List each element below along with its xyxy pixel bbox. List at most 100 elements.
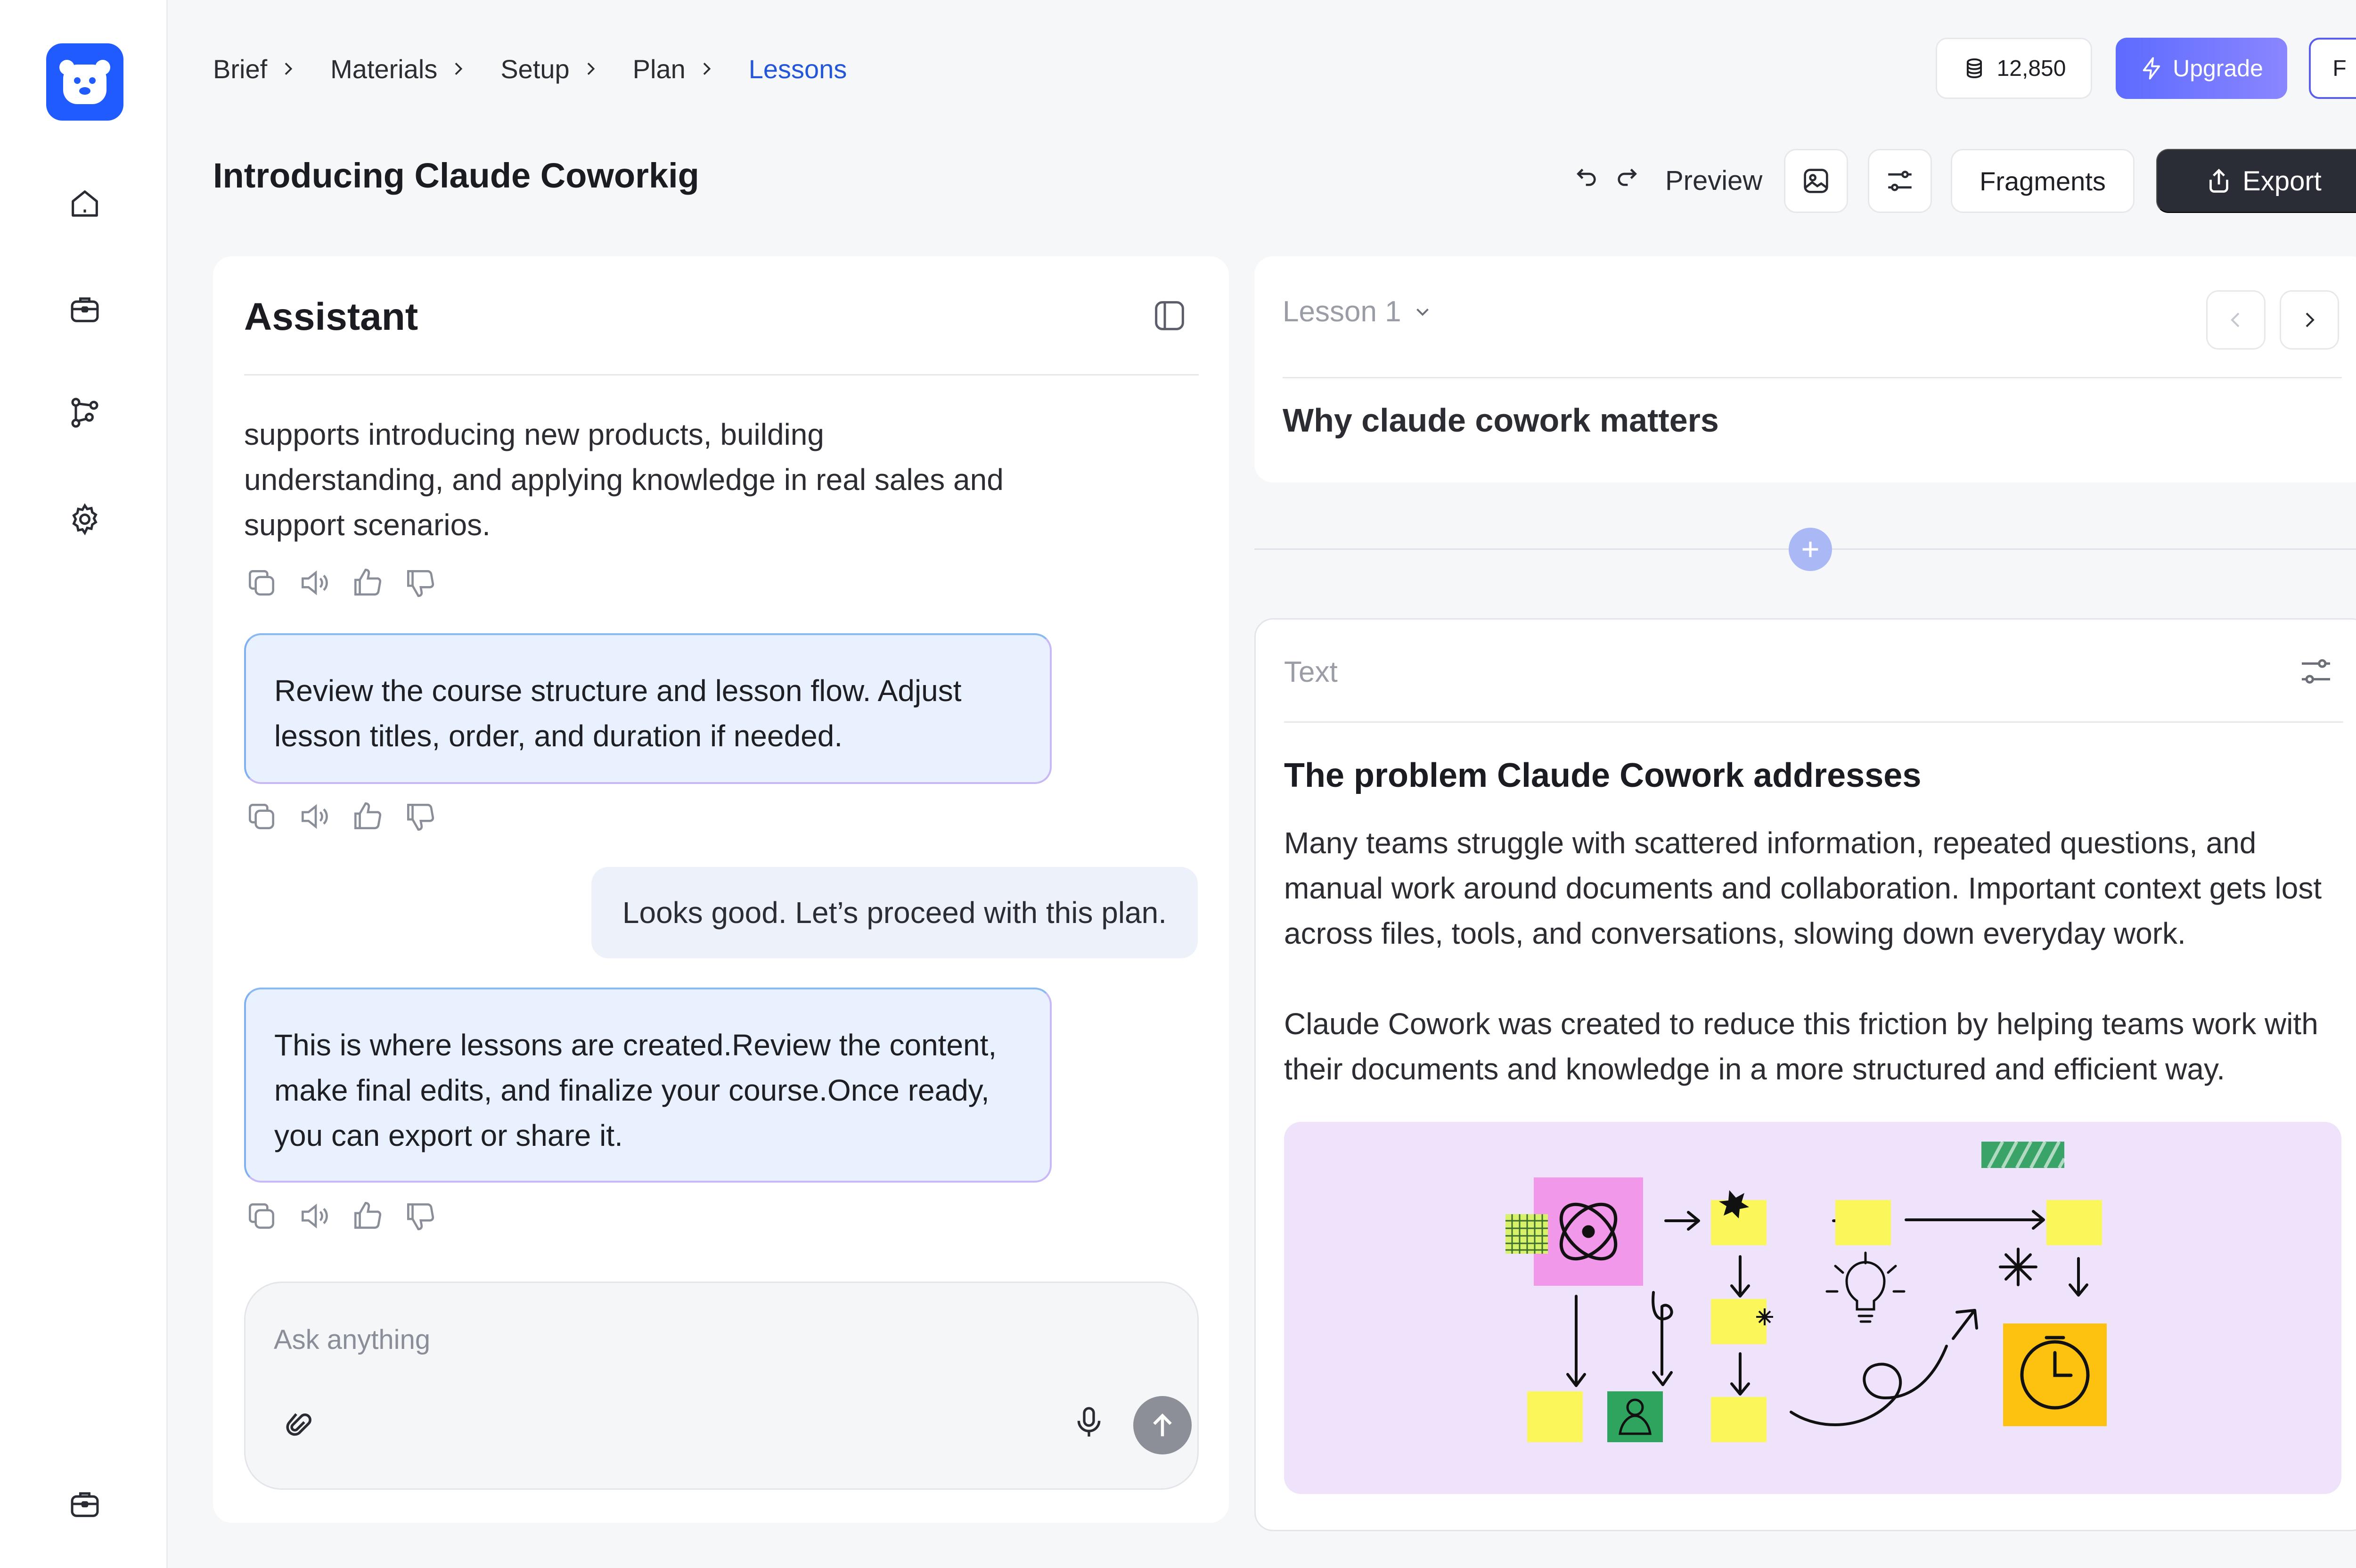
workflow-icon [71, 398, 98, 428]
fragments-button[interactable]: Fragments [1951, 149, 2135, 213]
panel-toggle-button[interactable] [1151, 297, 1188, 335]
nav-settings[interactable] [63, 498, 106, 541]
lesson-selector-label: Lesson 1 [1283, 295, 1401, 328]
breadcrumb-item-plan[interactable]: Plan [633, 54, 749, 84]
page-title: Introducing Claude Coworkig [213, 156, 699, 195]
copy-icon [249, 804, 274, 829]
thumbs-down-button[interactable] [402, 565, 437, 600]
copy-icon [249, 1203, 274, 1229]
breadcrumb-label: Brief [213, 54, 268, 84]
lightning-icon [2143, 57, 2160, 80]
chevron-right-icon [449, 59, 467, 78]
paperclip-icon [286, 1413, 311, 1436]
export-button[interactable]: Export [2156, 149, 2356, 213]
previous-lesson-button[interactable] [2206, 290, 2266, 350]
thumbs-up-button[interactable] [350, 799, 384, 834]
assistant-panel: Assistant supports introducing new produ… [213, 256, 1229, 1523]
undo-button[interactable] [1574, 164, 1600, 190]
breadcrumb-item-materials[interactable]: Materials [330, 54, 500, 84]
thumbs-down-button[interactable] [402, 1199, 437, 1233]
chevron-right-icon [697, 59, 716, 78]
add-block-button[interactable] [1789, 528, 1832, 571]
chevron-right-icon [2306, 312, 2315, 327]
upgrade-label: Upgrade [2173, 55, 2263, 82]
assistant-title: Assistant [244, 295, 418, 338]
text-block-card[interactable]: Text The problem Claude Cowork addresses… [1254, 618, 2356, 1531]
share-icon [2209, 169, 2229, 193]
thumbs-down-icon [407, 570, 434, 597]
chevron-left-icon [2231, 312, 2240, 327]
copy-button[interactable] [244, 1199, 279, 1233]
thumbs-up-icon [354, 1201, 382, 1229]
read-aloud-button[interactable] [297, 565, 332, 600]
text-paragraph: Many teams struggle with scattered infor… [1284, 826, 2322, 950]
user-bubble-text: Looks good. Let’s proceed with this plan… [622, 896, 1167, 930]
text-paragraph: Claude Cowork was created to reduce this… [1284, 1007, 2318, 1086]
image-icon [1804, 169, 1828, 193]
microphone-icon [1077, 1407, 1101, 1437]
read-aloud-button[interactable] [297, 1199, 332, 1233]
lesson-header-card: Lesson 1 Why claude cowork matters [1254, 256, 2356, 482]
workflow-illustration-icon [1505, 1141, 2107, 1442]
chevron-right-icon [581, 59, 600, 78]
home-icon [72, 190, 98, 217]
app-logo[interactable] [46, 43, 123, 121]
chevron-right-icon [278, 59, 297, 78]
send-button[interactable] [1133, 1396, 1192, 1454]
preview-button[interactable]: Preview [1665, 165, 1762, 196]
copy-button[interactable] [244, 565, 279, 600]
thumbs-up-button[interactable] [350, 565, 384, 600]
thumbs-down-button[interactable] [402, 799, 437, 834]
read-aloud-button[interactable] [297, 799, 332, 834]
thumbs-up-icon [354, 802, 382, 829]
microphone-button[interactable] [1070, 1404, 1108, 1441]
nav-briefcase[interactable] [63, 287, 106, 331]
sliders-icon [1888, 171, 1912, 191]
chat-input[interactable] [274, 1316, 1028, 1363]
media-button[interactable] [1784, 149, 1848, 213]
next-lesson-button[interactable] [2280, 290, 2339, 350]
thumbs-down-icon [407, 804, 434, 831]
assistant-bubble-text: This is where lessons are created.Review… [274, 1028, 997, 1152]
speaker-icon [302, 1203, 328, 1229]
speaker-icon [302, 804, 328, 829]
undo-icon [1577, 169, 1596, 186]
upgrade-button[interactable]: Upgrade [2116, 38, 2287, 99]
assistant-bubble-text: Review the course structure and lesson f… [274, 674, 962, 753]
user-avatar[interactable]: F [2309, 38, 2356, 99]
redo-button[interactable] [1613, 164, 1640, 190]
breadcrumb-label: Setup [500, 54, 570, 84]
arrow-up-icon [1153, 1413, 1172, 1437]
nav-workspace[interactable] [63, 1482, 106, 1526]
workflow-illustration [1284, 1122, 2341, 1494]
breadcrumb-item-setup[interactable]: Setup [500, 54, 632, 84]
message-actions [244, 565, 437, 600]
lesson-divider [1283, 377, 2342, 378]
copy-icon [249, 570, 274, 596]
breadcrumb-item-brief[interactable]: Brief [213, 54, 330, 84]
copy-button[interactable] [244, 799, 279, 834]
lesson-selector[interactable]: Lesson 1 [1283, 295, 1433, 328]
credits-balance[interactable]: 12,850 [1936, 38, 2092, 99]
breadcrumb: Brief Materials Setup Plan Lessons [213, 49, 847, 89]
redo-icon [1618, 169, 1637, 186]
nav-home[interactable] [63, 182, 106, 225]
nav-workflow[interactable] [63, 391, 106, 434]
coins-icon [1966, 58, 1982, 79]
block-type-label: Text [1284, 656, 1338, 688]
thumbs-up-button[interactable] [350, 1199, 384, 1233]
gear-icon [72, 503, 98, 536]
breadcrumb-label: Plan [632, 54, 686, 84]
sidebar-panel-icon [1155, 301, 1184, 330]
attach-button[interactable] [283, 1408, 318, 1443]
briefcase-icon [71, 1492, 99, 1517]
briefcase-icon [71, 297, 99, 322]
breadcrumb-item-lessons[interactable]: Lessons [749, 54, 847, 84]
thumbs-down-icon [407, 1203, 434, 1231]
block-settings-button[interactable] [2297, 653, 2335, 690]
breadcrumb-label: Materials [330, 54, 438, 84]
adjustments-button[interactable] [1868, 149, 1932, 213]
text-heading: The problem Claude Cowork addresses [1284, 757, 1922, 794]
assistant-message: supports introducing new products, build… [244, 417, 1004, 542]
assistant-divider [244, 374, 1199, 376]
